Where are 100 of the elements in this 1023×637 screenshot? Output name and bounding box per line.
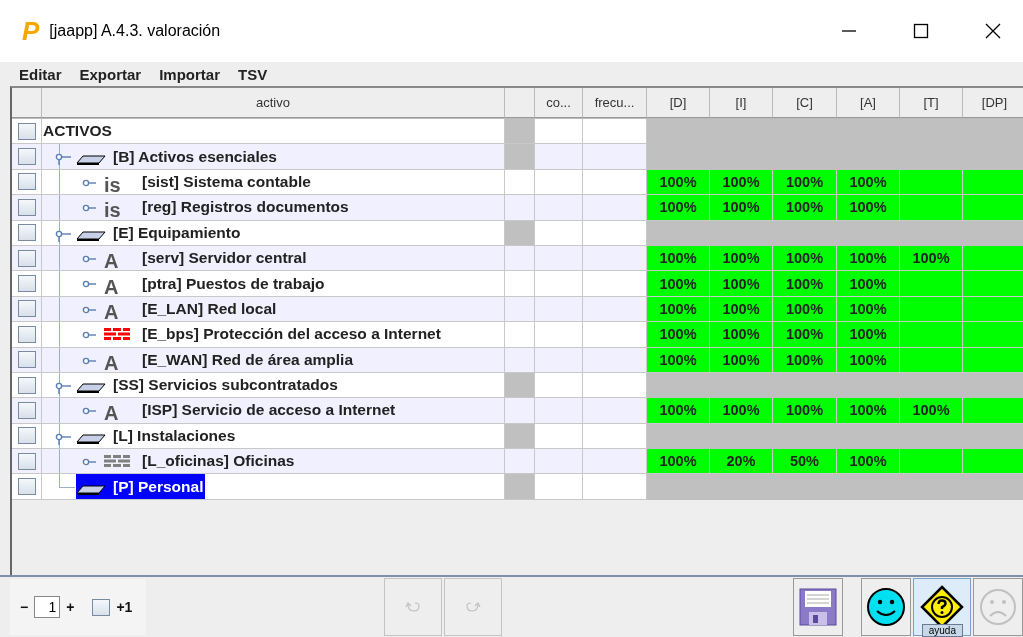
row-checkbox[interactable] (17, 300, 36, 318)
menu-item[interactable]: Exportar (79, 65, 142, 83)
row-checkbox[interactable] (17, 249, 36, 267)
expand-handle-icon[interactable] (55, 151, 71, 166)
column-header[interactable] (505, 88, 535, 118)
row-checkbox[interactable] (17, 402, 36, 419)
value-cell: 100% (647, 245, 710, 272)
value-cell (963, 296, 1023, 323)
table-row[interactable]: [B] Activos esenciales (12, 144, 1023, 170)
value-cell: 100% (647, 398, 710, 424)
sad-face-icon (978, 587, 1018, 627)
value-cell: 100% (837, 296, 900, 323)
column-header[interactable]: [C] (773, 88, 837, 118)
row-checkbox[interactable] (17, 198, 36, 216)
row-checkbox[interactable] (17, 376, 36, 394)
tree-node-label[interactable]: ACTIVOS (43, 122, 112, 141)
row-checkbox[interactable] (17, 122, 36, 140)
value-cell: 100% (647, 347, 710, 373)
table-row[interactable]: A [E_LAN] Red local 100% 100% 100% 100% (12, 296, 1023, 323)
undo-icon (405, 601, 422, 613)
row-checkbox[interactable] (17, 148, 36, 166)
column-header[interactable]: frecu... (583, 88, 647, 118)
tree-node[interactable]: [P] Personal (76, 474, 206, 499)
column-header[interactable]: [T] (900, 88, 963, 118)
table-row[interactable]: [E] Equipamiento (12, 220, 1023, 246)
maximize-icon[interactable] (913, 23, 929, 39)
table-row[interactable]: A [serv] Servidor central 100% 100% 100% 100% 100% (12, 245, 1023, 272)
value-cell: 100% (900, 398, 963, 424)
row-checkbox[interactable] (17, 478, 36, 496)
asset-type-icon: is (104, 175, 134, 194)
table-cell (505, 347, 535, 373)
column-header[interactable] (12, 88, 42, 118)
column-header[interactable]: co... (535, 88, 583, 118)
table-row[interactable]: is [sist] Sistema contable 100% 100% 100% 100% (12, 169, 1023, 196)
tree-node[interactable]: A [E_LAN] Red local (104, 296, 277, 322)
row-checkbox[interactable] (17, 427, 36, 445)
tree-node[interactable]: [L_oficinas] Oficinas (104, 449, 295, 474)
table-row[interactable]: [SS] Servicios subcontratados (12, 372, 1023, 399)
row-checkbox[interactable] (17, 351, 36, 369)
table-cell (535, 271, 583, 297)
table-cell (505, 144, 535, 170)
layer-icon (76, 484, 106, 495)
value-cell (900, 195, 963, 221)
table-row[interactable]: A [ISP] Servicio de acceso a Internet 100% 100% 100% 100% 100% (12, 398, 1023, 424)
tree-node[interactable]: is [reg] Registros documentos (104, 195, 349, 220)
save-button[interactable] (793, 578, 843, 636)
table-row[interactable]: [L_oficinas] Oficinas 100% 20% 50% 100% (12, 449, 1023, 475)
increment-button[interactable]: + (66, 599, 75, 615)
row-checkbox[interactable] (17, 325, 36, 343)
asset-type-icon: A (104, 404, 134, 423)
table-cell (535, 220, 583, 246)
table-row[interactable]: [E_bps] Protección del acceso a Internet 100% 100% 100% 100% (12, 322, 1023, 348)
value-cell (963, 398, 1023, 424)
column-header[interactable]: activo (42, 88, 505, 118)
column-header[interactable]: [D] (647, 88, 710, 118)
value-cell: 100% (647, 195, 710, 221)
table-row[interactable]: [L] Instalaciones (12, 423, 1023, 450)
close-icon[interactable] (985, 23, 1001, 39)
table-row[interactable]: A [E_WAN] Red de área amplia 100% 100% 100% 100% (12, 347, 1023, 373)
menu-item[interactable]: TSV (238, 65, 268, 83)
table-row[interactable]: A [ptra] Puestos de trabajo 100% 100% 100% 100% (12, 271, 1023, 297)
menu-item[interactable]: Importar (159, 65, 221, 83)
ok-button[interactable] (861, 578, 911, 636)
row-checkbox[interactable] (17, 173, 36, 191)
value-cell (963, 169, 1023, 196)
tree-node[interactable]: A [ptra] Puestos de trabajo (104, 271, 325, 296)
tree-node[interactable]: A [ISP] Servicio de acceso a Internet (104, 398, 396, 423)
step-checkbox[interactable] (92, 598, 111, 616)
tree-node[interactable]: [B] Activos esenciales (76, 144, 279, 169)
table-row[interactable]: [P] Personal (12, 474, 1023, 500)
table-cell (505, 423, 535, 450)
row-checkbox[interactable] (17, 224, 36, 242)
decrement-button[interactable]: − (20, 599, 29, 615)
tree-node[interactable]: is [sist] Sistema contable (104, 169, 311, 195)
value-cell (963, 245, 1023, 272)
column-header[interactable]: [I] (710, 88, 773, 118)
tree-node[interactable]: A [serv] Servidor central (104, 245, 307, 271)
table-cell (505, 322, 535, 348)
value-cell: 100% (773, 296, 837, 323)
table-row[interactable]: is [reg] Registros documentos 100% 100% 100% 100% (12, 195, 1023, 221)
value-cell: 100% (900, 245, 963, 272)
row-checkbox[interactable] (17, 275, 36, 293)
table-row[interactable]: ACTIVOS (12, 119, 1023, 145)
value-cell: 100% (837, 449, 900, 475)
tree-node[interactable]: [E_bps] Protección del acceso a Internet (104, 322, 441, 347)
table-cell (505, 398, 535, 424)
tree-node[interactable]: [L] Instalaciones (76, 423, 238, 449)
tree-node[interactable]: [SS] Servicios subcontratados (76, 372, 340, 398)
count-field[interactable]: 1 (34, 596, 61, 618)
value-cell: 100% (773, 398, 837, 424)
value-cell: 100% (710, 322, 773, 348)
table-cell (535, 398, 583, 424)
value-cell: 100% (837, 347, 900, 373)
value-cell (963, 322, 1023, 348)
tree-node[interactable]: A [E_WAN] Red de área amplia (104, 347, 354, 372)
row-checkbox[interactable] (17, 452, 36, 470)
tree-node[interactable]: [E] Equipamiento (76, 220, 243, 245)
column-header[interactable]: [A] (837, 88, 900, 118)
value-cell: 100% (837, 271, 900, 297)
menu-item[interactable]: Editar (19, 65, 62, 83)
